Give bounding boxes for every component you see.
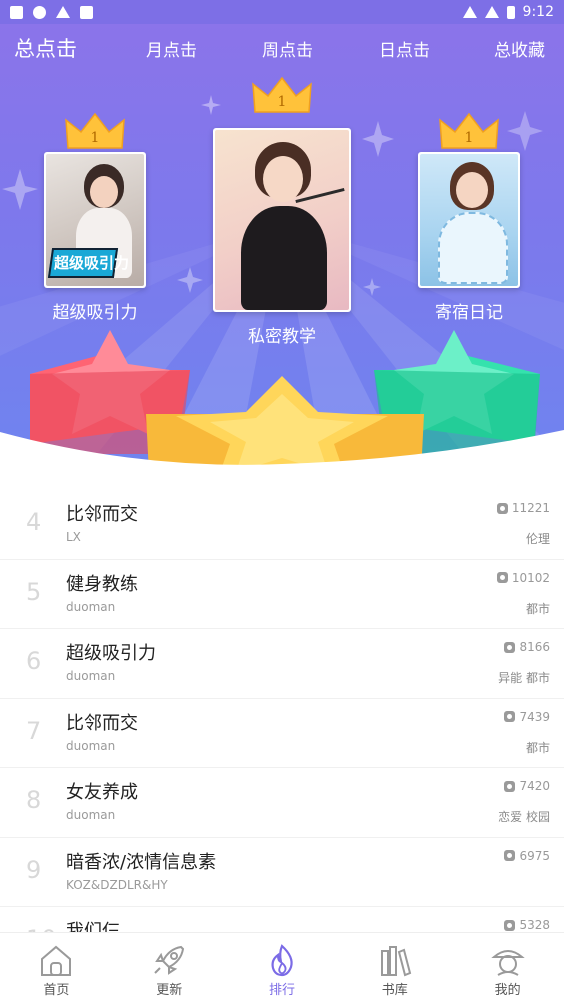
nav-ranking[interactable]: 排行 xyxy=(226,933,339,1002)
shield-icon xyxy=(33,5,46,19)
ranking-hero: 总点击 月点击 周点击 日点击 总收藏 1 1 1 超级吸引力 超级吸引力 私密… xyxy=(0,24,564,500)
nav-profile-label: 我的 xyxy=(494,983,521,998)
nav-updates[interactable]: 更新 xyxy=(113,933,226,1002)
status-bar: 9:12 xyxy=(0,0,564,24)
eye-icon xyxy=(504,641,516,653)
click-count-value: 11221 xyxy=(511,501,550,515)
bottom-nav: 首页 更新 排行 书库 我的 xyxy=(0,932,564,1002)
list-item[interactable]: 5 健身教练 duoman 10102 都市 xyxy=(0,560,564,629)
nav-ranking-label: 排行 xyxy=(268,983,295,998)
books-icon xyxy=(380,946,411,977)
eye-icon xyxy=(496,572,508,583)
eye-icon xyxy=(496,502,508,514)
eye-icon xyxy=(504,780,516,792)
rank-number: 7 xyxy=(26,716,42,745)
clock: 9:12 xyxy=(522,4,554,20)
flame-icon xyxy=(271,944,293,977)
comic-title: 超级吸引力 xyxy=(66,643,156,664)
comic-title: 比邻而交 xyxy=(66,504,138,525)
rocket-icon xyxy=(154,945,185,975)
click-count-value: 5328 xyxy=(519,918,550,932)
click-count-value: 6975 xyxy=(519,848,550,863)
click-count-value: 7420 xyxy=(519,779,550,793)
nav-library-label: 书库 xyxy=(381,983,408,998)
comic-author: duoman xyxy=(66,669,116,683)
wifi-icon xyxy=(462,6,477,18)
comic-author: duoman xyxy=(66,738,116,753)
eye-icon xyxy=(504,919,516,931)
notification-icon xyxy=(10,5,23,19)
profile-icon xyxy=(490,950,525,976)
comic-title: 比邻而交 xyxy=(66,712,138,734)
comic-title: 女友养成 xyxy=(66,782,138,803)
eye-icon xyxy=(504,850,516,861)
rank-number: 8 xyxy=(26,786,42,814)
click-count-value: 7439 xyxy=(519,709,550,724)
list-item[interactable]: 7 比邻而交 duoman 7439 都市 xyxy=(0,699,564,768)
comic-tags: 异能 都市 xyxy=(498,671,550,685)
list-item[interactable]: 8 女友养成 duoman 7420 恋爱 校园 xyxy=(0,768,564,838)
battery-icon xyxy=(506,5,515,19)
ranking-list: 4 比邻而交 LX 11221 伦理 5 健身教练 duoman 10102 都… xyxy=(0,490,564,977)
cloud-divider xyxy=(0,430,564,500)
comic-tags: 都市 xyxy=(525,601,550,616)
nav-home[interactable]: 首页 xyxy=(0,933,113,1002)
comic-tags: 恋爱 校园 xyxy=(498,810,550,824)
click-count: 7439 xyxy=(504,710,550,724)
nav-home-label: 首页 xyxy=(43,983,70,998)
list-item[interactable]: 9 暗香浓/浓情信息素 KOZ&DZDLR&HY 6975 xyxy=(0,838,564,907)
comic-tags: 都市 xyxy=(525,740,550,755)
signal-icon xyxy=(484,6,499,18)
rank-number: 4 xyxy=(26,508,42,536)
comic-title: 健身教练 xyxy=(66,573,138,595)
click-count: 8166 xyxy=(504,640,550,654)
eye-icon xyxy=(504,711,516,722)
nav-library[interactable]: 书库 xyxy=(338,933,451,1002)
comic-author: LX xyxy=(66,530,81,544)
list-item[interactable]: 4 比邻而交 LX 11221 伦理 xyxy=(0,490,564,560)
comic-title: 暗香浓/浓情信息素 xyxy=(66,851,217,873)
rank-number: 9 xyxy=(26,855,42,884)
list-item[interactable]: 6 超级吸引力 duoman 8166 异能 都市 xyxy=(0,629,564,699)
rank-number: 6 xyxy=(26,647,42,675)
click-count-value: 10102 xyxy=(511,570,550,585)
click-count: 6975 xyxy=(504,849,550,863)
click-count-value: 8166 xyxy=(519,640,550,654)
rank-number: 5 xyxy=(26,577,42,606)
home-icon xyxy=(41,945,72,976)
click-count: 7420 xyxy=(504,779,550,793)
click-count: 5328 xyxy=(504,918,550,932)
click-count: 10102 xyxy=(496,570,550,585)
nav-profile[interactable]: 我的 xyxy=(451,933,564,1002)
comic-author: duoman xyxy=(66,599,116,614)
play-store-icon xyxy=(56,6,70,18)
comic-author: KOZ&DZDLR&HY xyxy=(66,877,168,892)
comic-tags: 伦理 xyxy=(525,532,550,546)
font-icon xyxy=(80,5,93,19)
nav-updates-label: 更新 xyxy=(156,983,183,998)
comic-author: duoman xyxy=(66,808,116,822)
click-count: 11221 xyxy=(496,501,550,515)
